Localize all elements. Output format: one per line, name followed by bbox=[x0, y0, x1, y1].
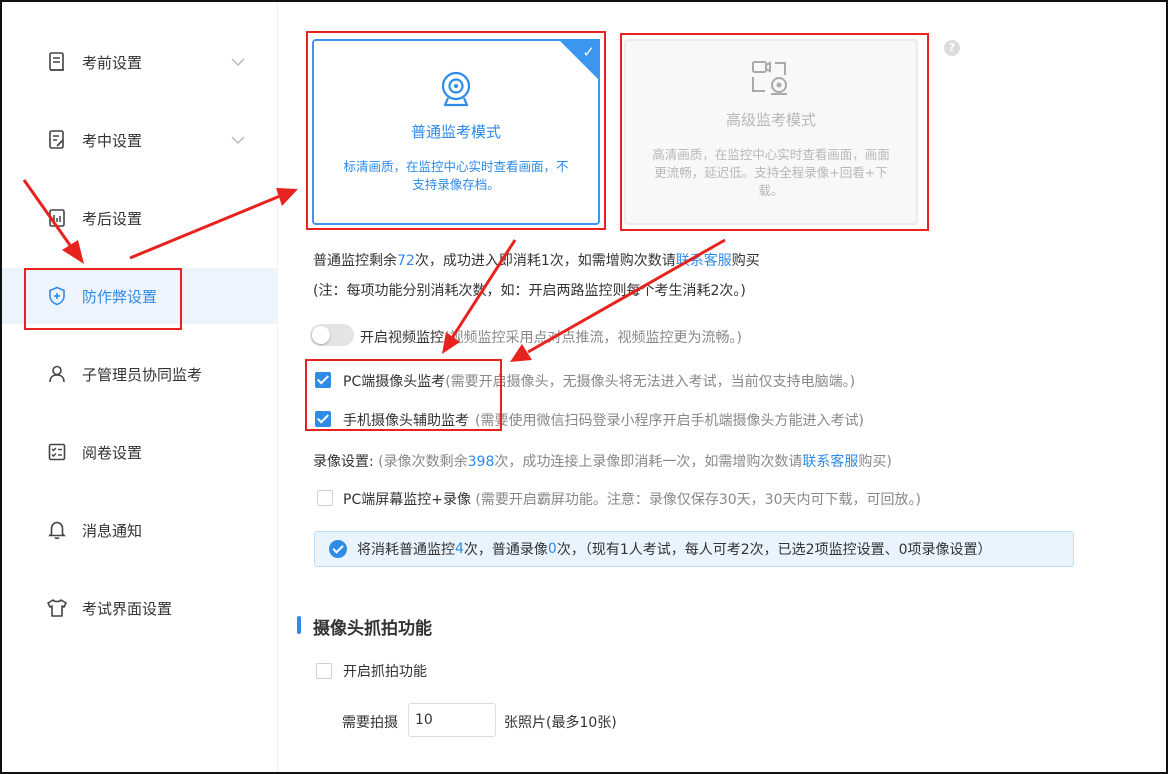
sidebar-item-label: 考后设置 bbox=[82, 209, 143, 228]
record-count: 398 bbox=[467, 454, 495, 470]
sidebar-item-grading[interactable]: 阅卷设置 bbox=[2, 424, 278, 480]
sidebar-item-label: 考试界面设置 bbox=[82, 599, 173, 618]
capture-enable-label: 开启抓拍功能 bbox=[343, 664, 427, 680]
mobile-camera-text: 手机摄像头辅助监考 (需要使用微信扫码登录小程序开启手机端摄像头方能进入考试) bbox=[343, 410, 864, 430]
sidebar-item-label: 子管理员协同监考 bbox=[82, 365, 203, 384]
shirt-icon bbox=[46, 597, 68, 619]
mobile-camera-label: 手机摄像头辅助监考 bbox=[343, 413, 469, 429]
mobile-camera-hint: (需要使用微信扫码登录小程序开启手机端摄像头方能进入考试) bbox=[475, 413, 864, 429]
pc-screen-label: PC端屏幕监控+录像 bbox=[343, 492, 471, 508]
pc-screen-text: PC端屏幕监控+录像 (需要开启霸屏功能。注意：录像仅保存30天，30天内可下载… bbox=[343, 489, 921, 509]
quota-note: (注：每项功能分别消耗次数，如：开启两路监控则每个考生消耗2次。) bbox=[313, 283, 746, 299]
notice-normal-count: 4 bbox=[455, 541, 464, 557]
capture-checkbox[interactable] bbox=[316, 663, 332, 679]
chevron-down-icon[interactable] bbox=[230, 54, 246, 70]
section-accent-bar bbox=[297, 616, 301, 634]
normal-mode-desc: 标清画质，在监控中心实时查看画面，不支持录像存档。 bbox=[343, 159, 569, 192]
video-monitor-label: 开启视频监控 bbox=[360, 330, 444, 346]
sidebar-item-exam-ui[interactable]: 考试界面设置 bbox=[2, 580, 278, 636]
sidebar-item-post-exam[interactable]: 考后设置 bbox=[2, 190, 278, 246]
pc-screen-checkbox[interactable] bbox=[317, 490, 333, 506]
sidebar-item-anti-cheat[interactable]: 防作弊设置 bbox=[2, 268, 278, 324]
quota-count: 72 bbox=[397, 253, 415, 269]
sidebar-item-label: 考中设置 bbox=[82, 131, 143, 150]
capture-count-input[interactable] bbox=[408, 703, 496, 737]
capture-unit-label: 张照片(最多10张) bbox=[504, 715, 617, 731]
camera-record-icon bbox=[626, 57, 916, 99]
sidebar-item-label: 阅卷设置 bbox=[82, 443, 143, 462]
notice-record-count: 0 bbox=[547, 541, 557, 557]
consumption-notice: 将消耗普通监控 4 次，普通录像 0 次，（现有1人考试，每人可考2次，已选2项监控设置… bbox=[314, 531, 1074, 567]
record-setting-text: 录像设置: (录像次数剩余398次，成功连接上录像即消耗一次，如需增购次数请联系… bbox=[313, 454, 892, 470]
check-icon: ✓ bbox=[582, 43, 595, 61]
sidebar-item-notification[interactable]: 消息通知 bbox=[2, 502, 278, 558]
checklist-icon bbox=[46, 441, 68, 463]
user-icon bbox=[46, 363, 68, 385]
pc-camera-checkbox[interactable] bbox=[315, 372, 331, 388]
section-title: 摄像头抓拍功能 bbox=[313, 619, 432, 639]
contact-service-link[interactable]: 联系客服 bbox=[676, 253, 732, 269]
record-contact-link[interactable]: 联系客服 bbox=[802, 454, 858, 470]
record-setting-label: 录像设置: bbox=[313, 454, 374, 470]
main-content: ✓ 普通监考模式 标清画质，在监控中心实时查看画面，不支持录像存档。 高级监考模… bbox=[280, 2, 1166, 772]
report-icon bbox=[46, 207, 68, 229]
sidebar-item-label: 考前设置 bbox=[82, 53, 143, 72]
quota-text: 普通监控剩余72次，成功进入即消耗1次，如需增购次数请联系客服购买 bbox=[313, 253, 760, 269]
video-monitor-toggle[interactable] bbox=[310, 324, 354, 346]
chevron-down-icon[interactable] bbox=[230, 132, 246, 148]
bell-icon bbox=[46, 519, 68, 541]
sidebar-item-label: 防作弊设置 bbox=[82, 287, 158, 306]
toggle-knob bbox=[312, 326, 330, 344]
pc-camera-text: PC端摄像头监考(需要开启摄像头，无摄像头将无法进入考试，当前仅支持电脑端。) bbox=[343, 371, 855, 391]
advanced-mode-desc: 高清画质，在监控中心实时查看画面，画面更流畅，延迟低。支持全程录像+回看+下载。 bbox=[652, 147, 890, 198]
sidebar-item-during-exam[interactable]: 考中设置 bbox=[2, 112, 278, 168]
check-circle-icon bbox=[329, 540, 347, 558]
document-icon bbox=[46, 51, 68, 73]
edit-document-icon bbox=[46, 129, 68, 151]
sidebar-item-label: 消息通知 bbox=[82, 521, 143, 540]
video-monitor-hint: (视频监控采用点对点推流，视频监控更为流畅。) bbox=[444, 330, 742, 346]
normal-mode-card[interactable]: ✓ 普通监考模式 标清画质，在监控中心实时查看画面，不支持录像存档。 bbox=[312, 39, 600, 225]
normal-mode-title: 普通监考模式 bbox=[410, 123, 501, 141]
advanced-mode-card[interactable]: 高级监考模式 高清画质，在监控中心实时查看画面，画面更流畅，延迟低。支持全程录像… bbox=[624, 39, 918, 225]
help-icon[interactable]: ? bbox=[944, 40, 960, 56]
sidebar: 考前设置 考中设置 考后设置 防作弊设置 子管理员协同监考 阅卷设置 消息通知 … bbox=[2, 2, 278, 772]
pc-camera-label: PC端摄像头监考 bbox=[343, 374, 446, 390]
video-monitor-text: 开启视频监控(视频监控采用点对点推流，视频监控更为流畅。) bbox=[360, 327, 742, 347]
mobile-camera-checkbox[interactable] bbox=[315, 411, 331, 427]
sidebar-item-sub-admin[interactable]: 子管理员协同监考 bbox=[2, 346, 278, 402]
shield-icon bbox=[46, 285, 68, 307]
webcam-icon bbox=[314, 69, 598, 111]
pc-screen-hint: (需要开启霸屏功能。注意：录像仅保存30天，30天内可下载，可回放。) bbox=[475, 492, 921, 508]
capture-need-label: 需要拍摄 bbox=[342, 715, 398, 731]
advanced-mode-title: 高级监考模式 bbox=[725, 111, 816, 129]
sidebar-item-pre-exam[interactable]: 考前设置 bbox=[2, 34, 278, 90]
pc-camera-hint: (需要开启摄像头，无摄像头将无法进入考试，当前仅支持电脑端。) bbox=[445, 374, 856, 390]
